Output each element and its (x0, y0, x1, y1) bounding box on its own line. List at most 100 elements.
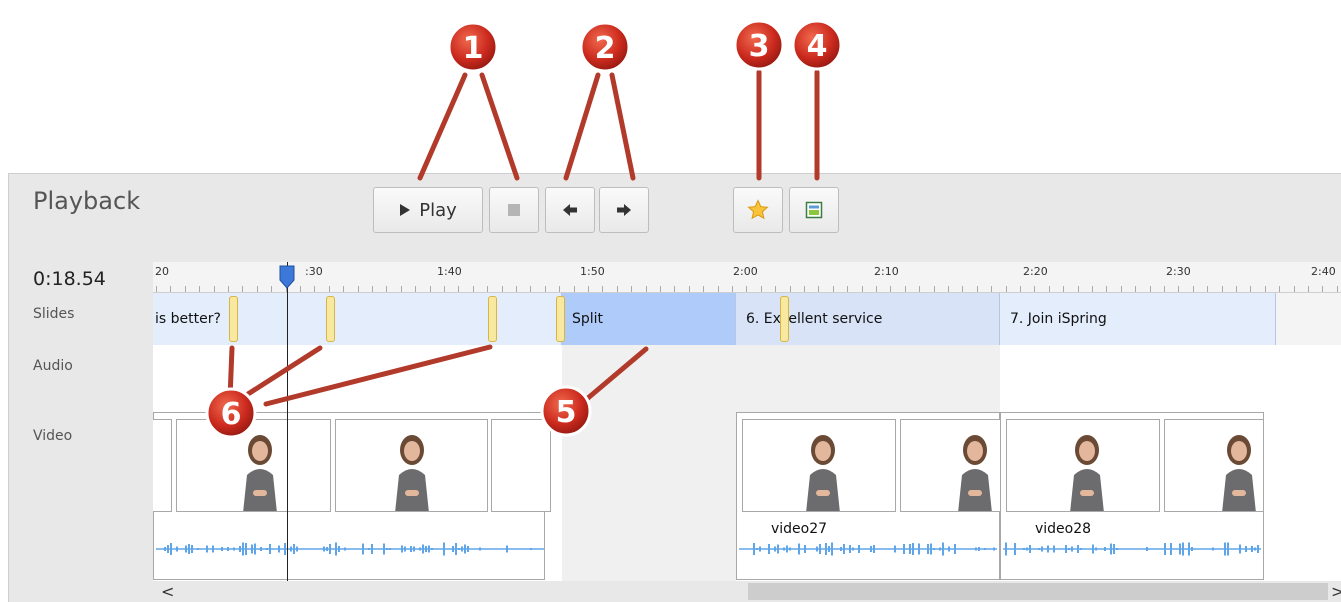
ruler-label: 2:20 (1023, 265, 1048, 278)
ruler-tick (1034, 286, 1035, 292)
scroll-left-arrow[interactable]: < (161, 582, 174, 601)
audio-waveform (739, 542, 997, 556)
slide-item[interactable]: 7. Join iSpring (1000, 293, 1276, 345)
waveform-peak (1071, 546, 1073, 552)
waveform-peak (278, 545, 280, 553)
ruler-tick (1164, 286, 1165, 292)
slide-marker[interactable] (326, 296, 335, 342)
waveform-peak (1164, 543, 1166, 555)
callout-badge-1 (447, 21, 499, 73)
video-thumbnail (335, 419, 488, 512)
ruler-tick (775, 286, 776, 292)
slide-marker[interactable] (229, 296, 238, 342)
waveform-peak (329, 544, 331, 554)
ruler-tick (1121, 286, 1122, 292)
waveform-peak (1191, 547, 1193, 551)
ruler-tick (502, 286, 503, 292)
timeline[interactable]: 20 :30 1:40 1:50 2:00 2:10 2:20 2:30 2:4… (153, 262, 1341, 581)
waveform-peak (425, 546, 427, 552)
ruler-tick (631, 286, 632, 292)
waveform-peak (245, 543, 247, 555)
ruler-tick (703, 286, 704, 292)
waveform-peak (383, 543, 385, 555)
waveform-peak (164, 547, 166, 551)
current-time: 0:18.54 (33, 268, 106, 290)
horizontal-scrollbar[interactable]: < > (153, 582, 1341, 601)
scroll-right-arrow[interactable]: > (1331, 582, 1341, 601)
waveform-peak (1110, 543, 1112, 555)
ruler-tick (718, 286, 719, 292)
slide-item-split[interactable]: Split (562, 293, 736, 345)
ruler-tick (977, 286, 978, 292)
ruler-tick (1265, 286, 1266, 292)
ruler-label: 1:40 (437, 265, 462, 278)
slide-item[interactable]: is better? (153, 293, 562, 345)
ruler-tick (314, 286, 315, 292)
split-slide-button[interactable] (789, 187, 839, 233)
video-thumbnail (1006, 419, 1160, 512)
next-button[interactable] (599, 187, 649, 233)
waveform-peak (290, 546, 292, 552)
waveform-peak (428, 545, 430, 553)
ruler-tick (818, 286, 819, 292)
ruler-tick (386, 286, 387, 292)
waveform-peak (1029, 545, 1031, 553)
slide-label: 7. Join iSpring (1010, 311, 1107, 327)
scroll-thumb[interactable] (748, 583, 1328, 600)
video-clip[interactable]: video28 (1000, 412, 1264, 580)
waveform-peak (939, 547, 941, 551)
waveform-peak (858, 545, 860, 553)
stop-icon (508, 204, 520, 216)
waveform-peak (816, 546, 818, 552)
ruler-tick (170, 286, 171, 292)
video-thumbnail (900, 419, 1004, 512)
ruler-tick (458, 286, 459, 292)
track-label-video: Video (33, 428, 73, 444)
ruler-tick (746, 286, 747, 292)
waveform-peak (1239, 544, 1241, 554)
ruler-tick (890, 286, 891, 292)
slides-track[interactable]: is better? Split 6. Excellent service 7.… (153, 293, 1341, 345)
previous-button[interactable] (545, 187, 595, 233)
ruler-tick (214, 286, 215, 292)
slide-marker[interactable] (556, 296, 565, 342)
ruler-tick (833, 286, 834, 292)
waveform-peak (206, 545, 208, 553)
ruler-tick (1049, 286, 1050, 292)
waveform-peak (1182, 542, 1184, 556)
stop-button[interactable] (489, 187, 539, 233)
clip-name: video27 (771, 521, 828, 537)
waveform-peak (1146, 547, 1148, 551)
waveform-peak (185, 545, 187, 553)
video-clip[interactable]: video27 (736, 412, 1004, 580)
waveform-peak (212, 545, 214, 553)
waveform-peak (254, 543, 256, 555)
waveform-peak (479, 547, 481, 551)
time-ruler[interactable]: 20 :30 1:40 1:50 2:00 2:10 2:20 2:30 2:4… (153, 262, 1341, 293)
waveform-peak (227, 547, 229, 551)
ruler-tick (242, 286, 243, 292)
waveform-peak (1188, 542, 1190, 556)
ruler-tick (228, 286, 229, 292)
waveform-peak (993, 547, 995, 551)
ruler-tick (430, 286, 431, 292)
waveform-peak (530, 548, 532, 550)
ruler-tick (559, 286, 560, 292)
add-marker-button[interactable] (733, 187, 783, 233)
playhead-handle[interactable] (279, 265, 295, 289)
slide-label: 6. Excellent service (746, 311, 883, 327)
waveform-peak (176, 546, 178, 552)
play-button[interactable]: Play (373, 187, 483, 233)
waveform-peak (1227, 542, 1229, 556)
arrow-right-icon (617, 204, 631, 216)
ruler-tick (761, 286, 762, 292)
ruler-tick (646, 286, 647, 292)
waveform-peak (458, 548, 460, 550)
video-clip[interactable] (153, 412, 551, 580)
slide-item[interactable]: 6. Excellent service (736, 293, 1000, 345)
waveform-peak (1170, 543, 1172, 555)
audio-waveform (156, 542, 544, 556)
ruler-tick (1106, 286, 1107, 292)
slide-marker[interactable] (780, 296, 789, 342)
slide-marker[interactable] (488, 296, 497, 342)
